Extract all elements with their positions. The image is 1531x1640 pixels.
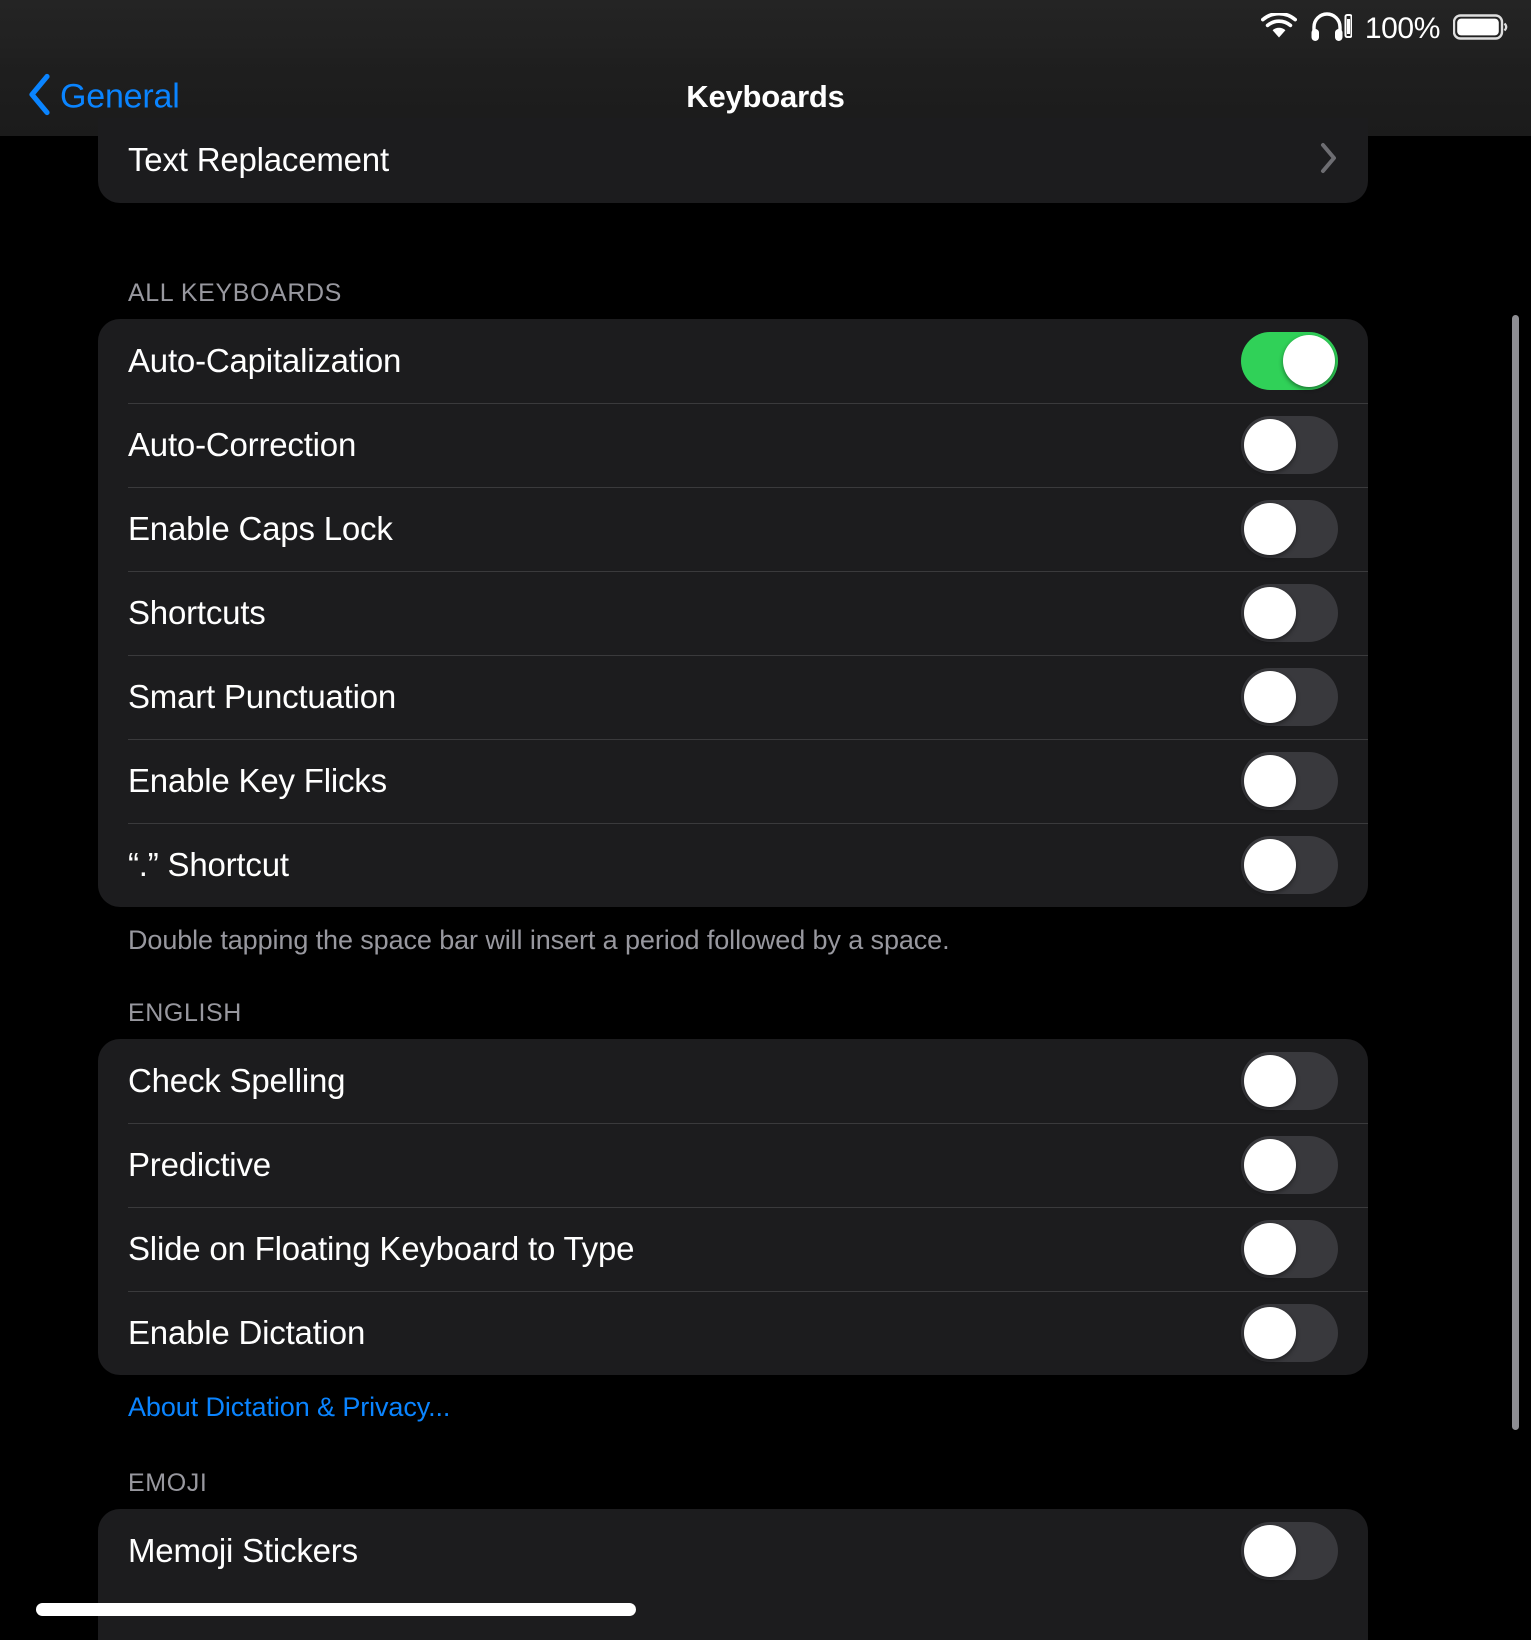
- toggle-knob: [1244, 1223, 1296, 1275]
- settings-scroll-view[interactable]: Text Replacement ALL KEYBOARDS Auto-Capi…: [0, 118, 1531, 1640]
- toggle-auto-capitalization[interactable]: [1241, 332, 1338, 390]
- row-shortcuts[interactable]: Shortcuts: [98, 571, 1368, 655]
- row-label: Auto-Capitalization: [128, 342, 402, 379]
- toggle-knob: [1244, 1139, 1296, 1191]
- row-label: “.” Shortcut: [128, 846, 289, 883]
- row-enable-caps-lock[interactable]: Enable Caps Lock: [98, 487, 1368, 571]
- toggle-auto-correction[interactable]: [1241, 416, 1338, 474]
- toggle-knob: [1244, 839, 1296, 891]
- ipad-settings-screen: 100% General Keyboards Text Replacement …: [0, 0, 1531, 1640]
- row-auto-correction[interactable]: Auto-Correction: [98, 403, 1368, 487]
- section-card-all-keyboards: Auto-Capitalization Auto-Correction Enab…: [98, 319, 1368, 907]
- row-slide-on-floating-keyboard-to-type[interactable]: Slide on Floating Keyboard to Type: [98, 1207, 1368, 1291]
- toggle-knob: [1244, 419, 1296, 471]
- row-text-replacement[interactable]: Text Replacement: [98, 118, 1368, 202]
- toggle-knob: [1244, 755, 1296, 807]
- row-smart-punctuation[interactable]: Smart Punctuation: [98, 655, 1368, 739]
- section-card-emoji: Memoji Stickers: [98, 1509, 1368, 1640]
- toggle-memoji-stickers[interactable]: [1241, 1522, 1338, 1580]
- row-label: Memoji Stickers: [128, 1532, 358, 1569]
- row-predictive[interactable]: Predictive: [98, 1123, 1368, 1207]
- section-header-all-keyboards: ALL KEYBOARDS: [128, 279, 342, 307]
- row-auto-capitalization[interactable]: Auto-Capitalization: [98, 319, 1368, 403]
- toggle-enable-caps-lock[interactable]: [1241, 500, 1338, 558]
- vertical-scrollbar[interactable]: [1512, 315, 1519, 1430]
- row-label: Auto-Correction: [128, 426, 357, 463]
- toggle-predictive[interactable]: [1241, 1136, 1338, 1194]
- section-card-text-replacement: Text Replacement: [98, 118, 1368, 203]
- section-footer-all-keyboards: Double tapping the space bar will insert…: [128, 925, 950, 955]
- row-label: Enable Dictation: [128, 1314, 366, 1351]
- toggle-period-shortcut[interactable]: [1241, 836, 1338, 894]
- section-card-english: Check Spelling Predictive Slide on Float…: [98, 1039, 1368, 1375]
- row-label: Slide on Floating Keyboard to Type: [128, 1230, 635, 1267]
- wifi-icon: [1260, 11, 1297, 45]
- toggle-enable-key-flicks[interactable]: [1241, 752, 1338, 810]
- toggle-slide-on-floating-keyboard-to-type[interactable]: [1241, 1220, 1338, 1278]
- section-header-emoji: EMOJI: [128, 1469, 208, 1497]
- toggle-check-spelling[interactable]: [1241, 1052, 1338, 1110]
- battery-full-icon: [1452, 13, 1509, 46]
- about-dictation-and-privacy-link[interactable]: About Dictation & Privacy...: [128, 1392, 450, 1423]
- row-period-shortcut[interactable]: “.” Shortcut: [98, 823, 1368, 907]
- row-label: Shortcuts: [128, 594, 266, 631]
- toggle-knob: [1244, 1055, 1296, 1107]
- toggle-knob: [1244, 671, 1296, 723]
- row-label: Smart Punctuation: [128, 678, 397, 715]
- toggle-knob: [1244, 503, 1296, 555]
- row-label: Predictive: [128, 1146, 271, 1183]
- toggle-enable-dictation[interactable]: [1241, 1304, 1338, 1362]
- toggle-knob: [1244, 587, 1296, 639]
- row-memoji-stickers[interactable]: Memoji Stickers: [98, 1509, 1368, 1593]
- page-title: Keyboards: [686, 79, 845, 114]
- toggle-shortcuts[interactable]: [1241, 584, 1338, 642]
- toggle-knob: [1244, 1307, 1296, 1359]
- headphones-icon: [1310, 11, 1353, 47]
- status-bar: 100%: [0, 0, 1531, 58]
- section-header-english: ENGLISH: [128, 999, 242, 1027]
- home-indicator[interactable]: [36, 1603, 636, 1616]
- row-label: Text Replacement: [128, 141, 389, 178]
- toggle-knob: [1244, 1525, 1296, 1577]
- status-bar-right-cluster: 100%: [1260, 11, 1509, 47]
- chevron-right-icon: [1320, 142, 1338, 179]
- row-enable-dictation[interactable]: Enable Dictation: [98, 1291, 1368, 1375]
- row-label: Enable Key Flicks: [128, 762, 387, 799]
- toggle-smart-punctuation[interactable]: [1241, 668, 1338, 726]
- battery-percentage-label: 100%: [1364, 12, 1441, 45]
- row-label: Enable Caps Lock: [128, 510, 393, 547]
- row-check-spelling[interactable]: Check Spelling: [98, 1039, 1368, 1123]
- row-label: Check Spelling: [128, 1062, 346, 1099]
- row-enable-key-flicks[interactable]: Enable Key Flicks: [98, 739, 1368, 823]
- toggle-knob: [1283, 335, 1335, 387]
